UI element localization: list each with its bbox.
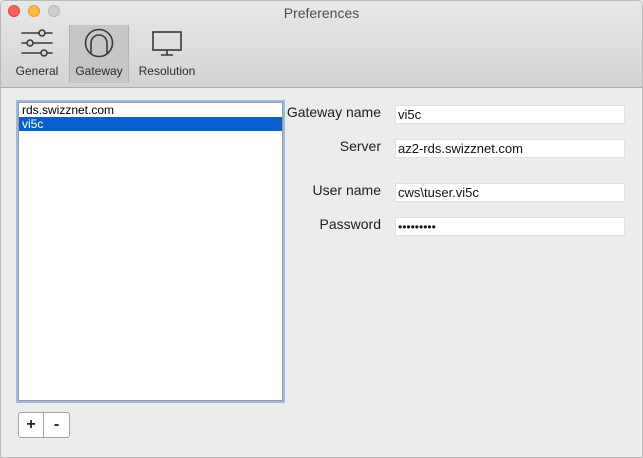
gateway-list[interactable]: rds.swizznet.com vi5c (18, 102, 283, 401)
toolbar-item-resolution[interactable]: Resolution (135, 25, 199, 83)
toolbar-item-gateway[interactable]: Gateway (69, 25, 129, 83)
user-name-field[interactable]: cws\tuser.vi5c (395, 183, 625, 202)
toolbar-label-general: General (15, 64, 59, 78)
server-field[interactable]: az2-rds.swizznet.com (395, 139, 625, 158)
add-gateway-button[interactable]: + (18, 412, 44, 438)
gateway-name-field[interactable]: vi5c (395, 105, 625, 124)
window-title: Preferences (283, 5, 360, 21)
list-item[interactable]: rds.swizznet.com (19, 103, 282, 117)
user-name-label: User name (312, 182, 381, 198)
list-item[interactable]: vi5c (19, 117, 282, 131)
password-field[interactable]: ••••••••• (395, 217, 625, 236)
monitor-icon (150, 27, 184, 62)
toolbar-item-general[interactable]: General (11, 25, 63, 83)
toolbar-label-resolution: Resolution (138, 64, 196, 78)
preferences-window: Preferences General Gateway Resolution r… (0, 0, 643, 458)
password-label: Password (319, 216, 381, 232)
remove-gateway-button[interactable]: - (44, 412, 70, 438)
password-mask: ••••••••• (398, 220, 436, 234)
sliders-icon (20, 27, 54, 62)
title-bar: Preferences General Gateway Resolution (1, 1, 642, 88)
gateway-name-label: Gateway name (286, 104, 381, 120)
gateway-icon (82, 27, 116, 62)
server-label: Server (339, 138, 381, 154)
toolbar-label-gateway: Gateway (75, 64, 123, 78)
